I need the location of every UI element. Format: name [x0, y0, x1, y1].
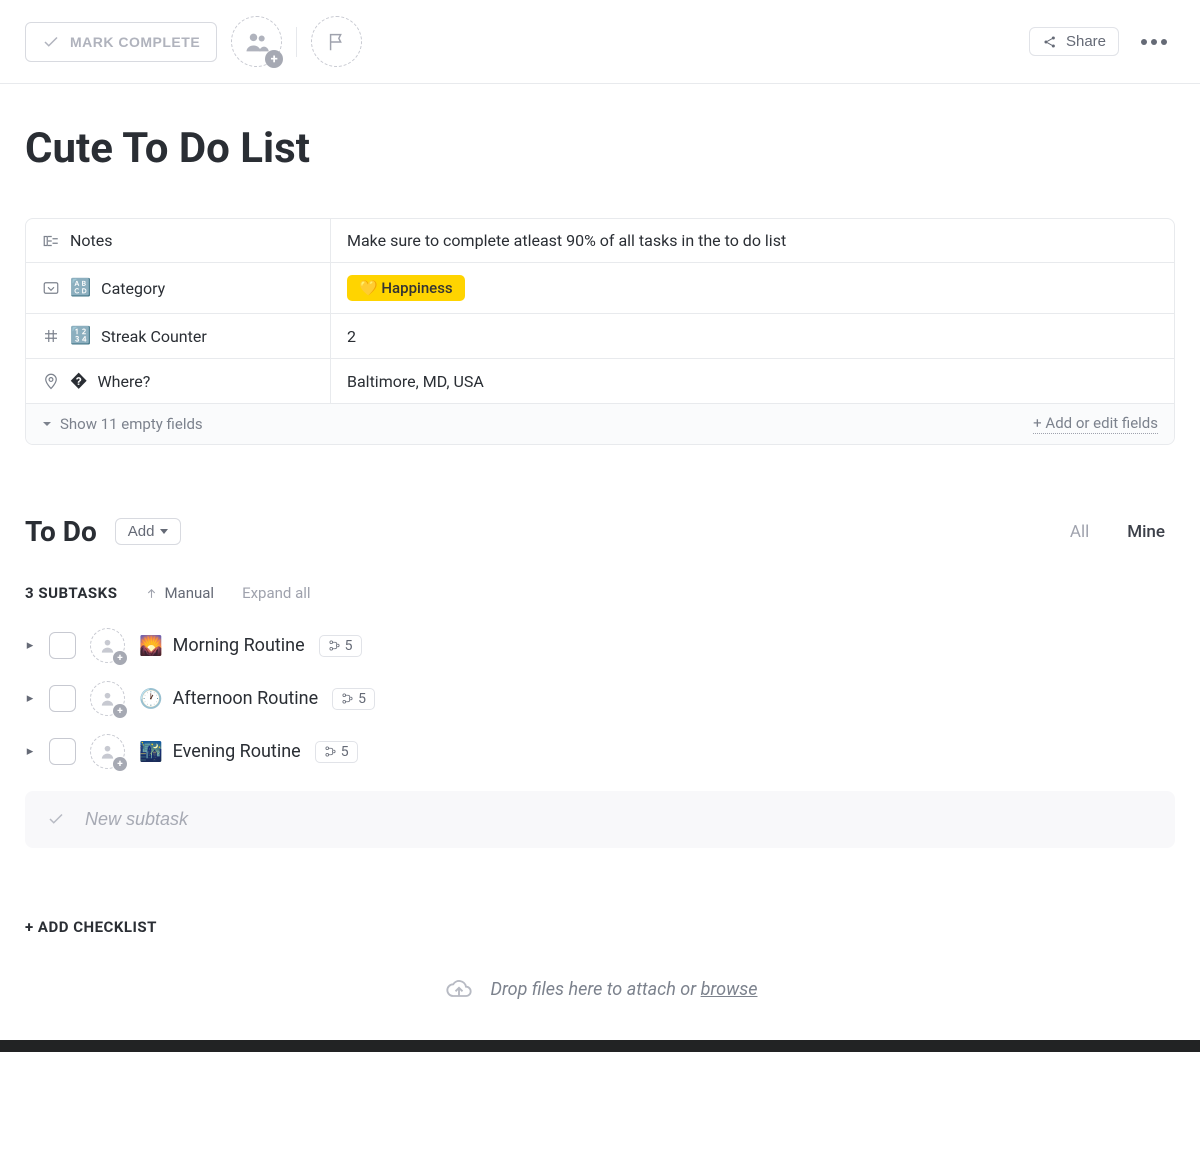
- expand-caret[interactable]: ▸: [25, 638, 35, 653]
- section-title: To Do: [25, 515, 97, 548]
- task-row: ▸ + 🌄 Morning Routine 5: [25, 628, 1175, 663]
- text-field-icon: [42, 232, 60, 250]
- filter-mine[interactable]: Mine: [1117, 518, 1175, 546]
- branch-icon: [324, 745, 337, 758]
- field-row-category: 🔠 Category 💛 Happiness: [26, 263, 1174, 314]
- expand-all-button[interactable]: Expand all: [242, 584, 310, 602]
- cloud-upload-icon: [442, 975, 476, 1003]
- task-checkbox[interactable]: [49, 632, 76, 659]
- add-assignee-badge: +: [265, 50, 283, 68]
- category-tag: 💛 Happiness: [347, 275, 465, 301]
- subtask-count-pill[interactable]: 5: [332, 688, 375, 710]
- field-row-streak: 🔢 Streak Counter 2: [26, 314, 1174, 359]
- person-icon: [99, 743, 116, 760]
- expand-caret[interactable]: ▸: [25, 691, 35, 706]
- task-title[interactable]: 🌃 Evening Routine: [139, 740, 301, 763]
- subtasks-bar: 3 SUBTASKS Manual Expand all: [25, 578, 1175, 608]
- caret-down-icon: [160, 529, 168, 534]
- check-icon: [42, 33, 60, 51]
- field-label-notes[interactable]: Notes: [26, 219, 331, 262]
- arrow-up-icon: [145, 587, 158, 600]
- subtasks-count: 3 SUBTASKS: [25, 584, 117, 602]
- chevron-down-icon: [42, 419, 52, 429]
- share-button[interactable]: Share: [1029, 27, 1119, 56]
- share-icon: [1042, 34, 1058, 50]
- mark-complete-label: MARK COMPLETE: [70, 34, 200, 50]
- location-field-icon: [42, 372, 60, 390]
- browse-link[interactable]: browse: [701, 979, 758, 1000]
- people-icon: [243, 28, 271, 56]
- divider: [296, 27, 297, 57]
- person-icon: [99, 690, 116, 707]
- person-icon: [99, 637, 116, 654]
- task-checkbox[interactable]: [49, 738, 76, 765]
- add-edit-fields-button[interactable]: + Add or edit fields: [1033, 414, 1158, 434]
- task-title[interactable]: 🕐 Afternoon Routine: [139, 687, 318, 710]
- field-label-category[interactable]: 🔠 Category: [26, 263, 331, 313]
- task-list: ▸ + 🌄 Morning Routine 5 ▸ + 🕐: [25, 628, 1175, 769]
- bottom-bar: [0, 1040, 1200, 1052]
- section-header: To Do Add All Mine: [25, 515, 1175, 548]
- new-subtask-row[interactable]: [25, 791, 1175, 848]
- dropzone-text: Drop files here to attach or browse: [490, 979, 757, 1000]
- add-checklist-button[interactable]: + ADD CHECKLIST: [25, 918, 1175, 936]
- page-title[interactable]: Cute To Do List: [25, 124, 1175, 173]
- task-checkbox[interactable]: [49, 685, 76, 712]
- branch-icon: [328, 639, 341, 652]
- add-badge: +: [113, 704, 127, 718]
- dropdown-field-icon: [42, 279, 60, 297]
- subtask-count-pill[interactable]: 5: [315, 741, 358, 763]
- toolbar: MARK COMPLETE + Share: [0, 0, 1200, 84]
- task-assignee-button[interactable]: +: [90, 628, 125, 663]
- expand-caret[interactable]: ▸: [25, 744, 35, 759]
- share-label: Share: [1066, 33, 1106, 50]
- more-button[interactable]: [1133, 31, 1175, 53]
- show-empty-fields-button[interactable]: Show 11 empty fields: [42, 415, 203, 433]
- task-assignee-button[interactable]: +: [90, 734, 125, 769]
- priority-button[interactable]: [311, 16, 362, 67]
- fields-footer: Show 11 empty fields + Add or edit field…: [26, 404, 1174, 444]
- task-row: ▸ + 🕐 Afternoon Routine 5: [25, 681, 1175, 716]
- task-row: ▸ + 🌃 Evening Routine 5: [25, 734, 1175, 769]
- task-title[interactable]: 🌄 Morning Routine: [139, 634, 305, 657]
- new-subtask-input[interactable]: [85, 809, 1153, 830]
- field-value-streak[interactable]: 2: [331, 314, 1174, 358]
- check-icon: [47, 810, 67, 830]
- flag-icon: [326, 31, 348, 53]
- field-row-notes: Notes Make sure to complete atleast 90% …: [26, 219, 1174, 263]
- field-label-where[interactable]: � Where?: [26, 359, 331, 403]
- task-assignee-button[interactable]: +: [90, 681, 125, 716]
- sort-button[interactable]: Manual: [145, 584, 214, 602]
- number-field-icon: [42, 327, 60, 345]
- field-label-streak[interactable]: 🔢 Streak Counter: [26, 314, 331, 358]
- branch-icon: [341, 692, 354, 705]
- add-badge: +: [113, 757, 127, 771]
- filter-all[interactable]: All: [1060, 518, 1099, 546]
- assignees-button[interactable]: +: [231, 16, 282, 67]
- field-value-notes[interactable]: Make sure to complete atleast 90% of all…: [331, 219, 1174, 262]
- fields-table: Notes Make sure to complete atleast 90% …: [25, 218, 1175, 445]
- subtask-count-pill[interactable]: 5: [319, 635, 362, 657]
- add-badge: +: [113, 651, 127, 665]
- field-value-where[interactable]: Baltimore, MD, USA: [331, 359, 1174, 403]
- attachment-dropzone[interactable]: Drop files here to attach or browse: [25, 961, 1175, 1017]
- add-subtask-button[interactable]: Add: [115, 518, 182, 545]
- field-row-where: � Where? Baltimore, MD, USA: [26, 359, 1174, 404]
- field-value-category[interactable]: 💛 Happiness: [331, 263, 1174, 313]
- mark-complete-button[interactable]: MARK COMPLETE: [25, 22, 217, 62]
